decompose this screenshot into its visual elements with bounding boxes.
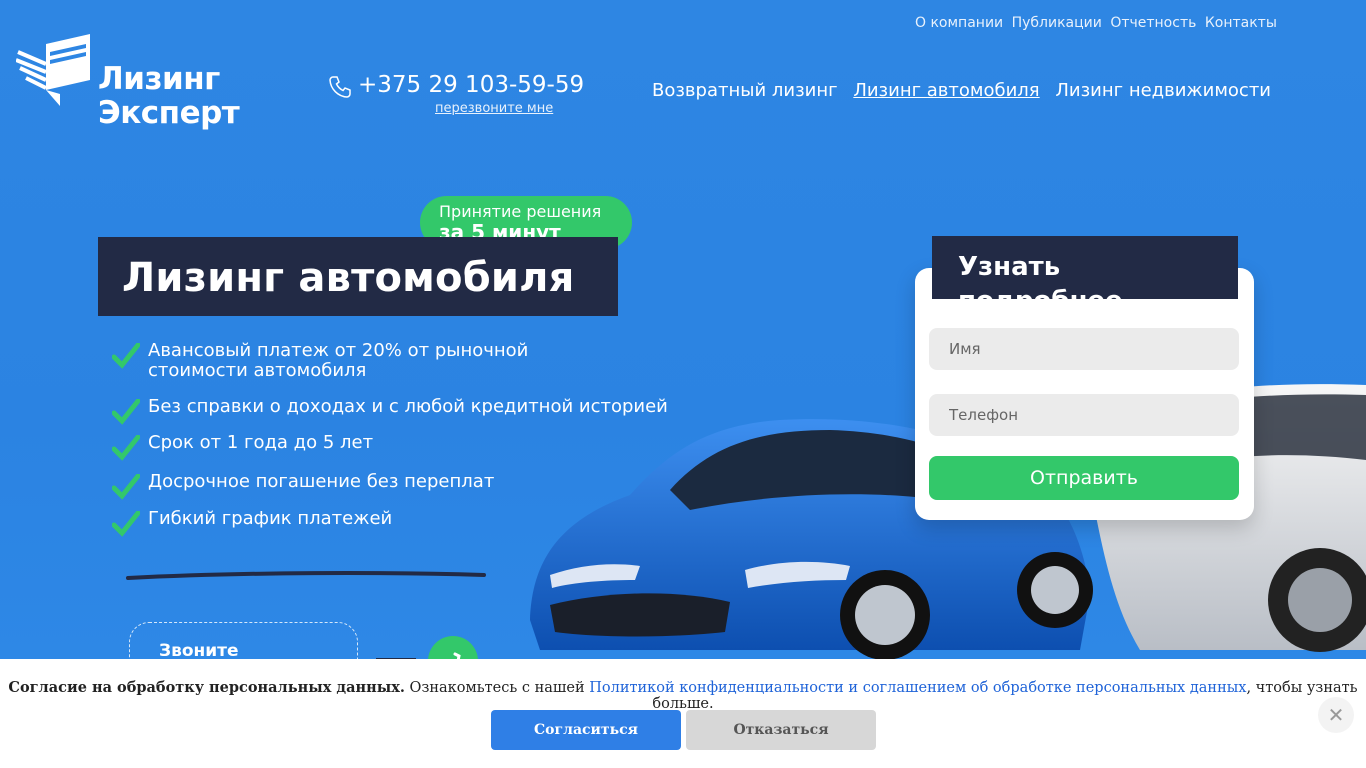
feature-item: Авансовый платеж от 20% от рыночной стои…: [112, 341, 532, 381]
phone-icon: [329, 76, 351, 98]
privacy-policy-link[interactable]: Политикой конфиденциальности и соглашени…: [589, 680, 1246, 696]
cookie-consent-bar: Согласие на обработку персональных данны…: [0, 659, 1366, 768]
check-icon: [112, 435, 140, 461]
nav-car-leasing[interactable]: Лизинг автомобиля: [853, 80, 1039, 101]
feature-text: Срок от 1 года до 5 лет: [148, 432, 374, 453]
feature-text: Гибкий график платежей: [148, 508, 393, 529]
submit-button[interactable]: Отправить: [929, 456, 1239, 500]
name-input[interactable]: [929, 328, 1239, 370]
feature-item: Гибкий график платежей: [112, 508, 668, 537]
cookie-message: Согласие на обработку персональных данны…: [0, 679, 1366, 712]
phone-input[interactable]: [929, 394, 1239, 436]
decorative-underline: [126, 571, 486, 580]
close-icon[interactable]: ✕: [1318, 697, 1354, 733]
top-link-about[interactable]: О компании: [915, 15, 1003, 31]
check-icon: [112, 399, 140, 425]
feature-item: Без справки о доходах и с любой кредитно…: [112, 396, 668, 425]
logo-line1: Лизинг: [98, 61, 220, 97]
top-link-contacts[interactable]: Контакты: [1205, 15, 1277, 31]
check-icon: [112, 343, 140, 369]
feature-text: Досрочное погашение без переплат: [148, 471, 495, 492]
check-icon: [112, 474, 140, 500]
page-title: Лизинг автомобиля: [98, 237, 618, 316]
feature-list: Авансовый платеж от 20% от рыночной стои…: [112, 341, 668, 537]
check-icon: [112, 511, 140, 537]
cookie-title: Согласие на обработку персональных данны…: [8, 679, 405, 696]
phone-number-link[interactable]: +375 29 103-59-59: [358, 72, 584, 98]
logo-mark-icon: [16, 34, 90, 106]
feature-text: Без справки о доходах и с любой кредитно…: [148, 396, 668, 417]
nav-realty-leasing[interactable]: Лизинг недвижимости: [1055, 80, 1271, 101]
decline-button[interactable]: Отказаться: [686, 710, 876, 750]
feature-text: Авансовый платеж от 20% от рыночной стои…: [148, 340, 529, 381]
top-link-publications[interactable]: Публикации: [1012, 15, 1102, 31]
top-links: О компании Публикации Отчетность Контакт…: [915, 15, 1281, 31]
top-link-reports[interactable]: Отчетность: [1110, 15, 1196, 31]
feature-item: Срок от 1 года до 5 лет: [112, 432, 668, 461]
main-nav: Возвратный лизинг Лизинг автомобиля Лизи…: [652, 80, 1281, 101]
feature-item: Досрочное погашение без переплат: [112, 471, 668, 500]
form-title: Узнать подробнее: [932, 236, 1238, 316]
accept-button[interactable]: Согласиться: [491, 710, 681, 750]
cookie-text-before: Ознакомьтесь с нашей: [404, 680, 590, 696]
logo-line2: Эксперт: [98, 95, 240, 131]
callback-link[interactable]: перезвоните мне: [435, 101, 553, 116]
nav-return-leasing[interactable]: Возвратный лизинг: [652, 80, 838, 101]
call-box-label: Звоните: [159, 641, 239, 661]
logo-text: Лизинг Эксперт: [98, 61, 240, 131]
logo[interactable]: Лизинг Эксперт: [16, 34, 240, 132]
badge-text: Принятие решения: [439, 202, 602, 221]
